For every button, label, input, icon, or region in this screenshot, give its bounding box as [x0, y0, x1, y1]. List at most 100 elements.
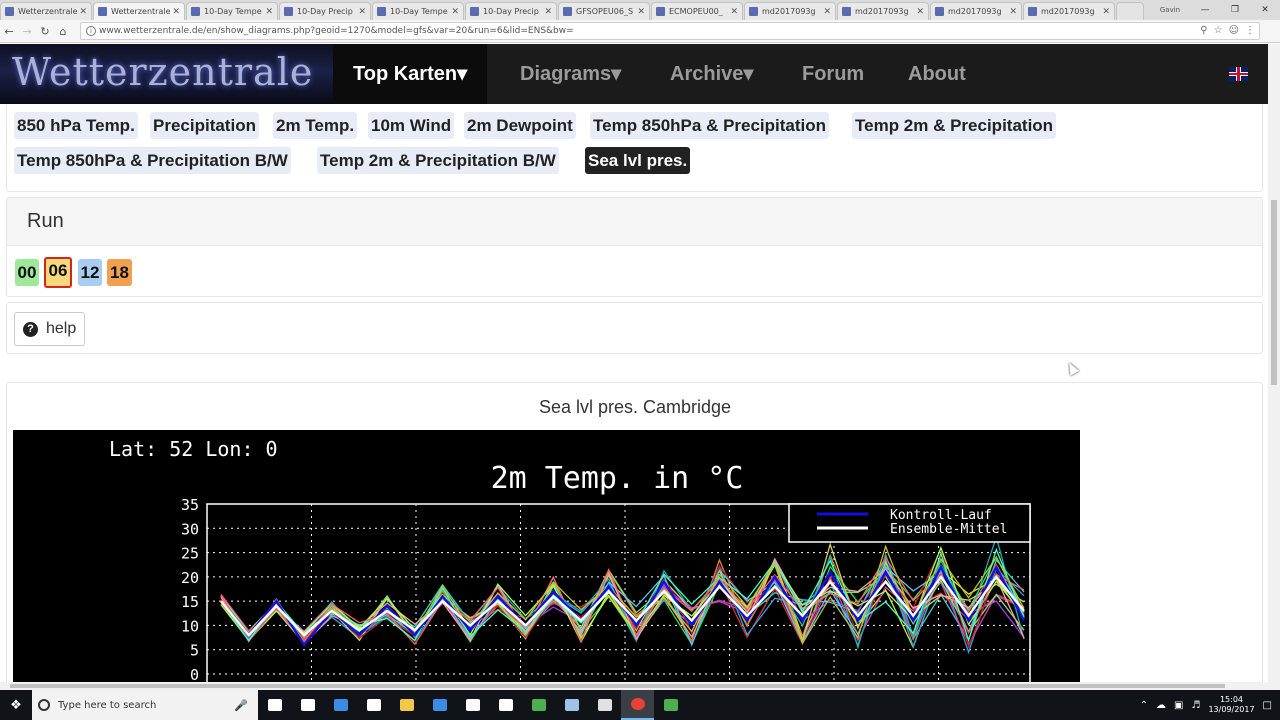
browser-tab[interactable]: md2017093g ✕: [1023, 2, 1115, 20]
edge-icon[interactable]: [324, 690, 357, 720]
tab-close-icon[interactable]: ✕: [823, 7, 831, 17]
browser-tab[interactable]: GFSOPEU06_S ✕: [558, 2, 650, 20]
volume-icon[interactable]: ♬: [1191, 700, 1200, 711]
profile-label[interactable]: Gavin: [1150, 6, 1190, 14]
cloud-icon[interactable]: ☁: [1156, 700, 1166, 711]
calendar-icon[interactable]: [456, 690, 489, 720]
browser-tab[interactable]: md2017093g ✕: [837, 2, 929, 20]
vertical-scroll-thumb[interactable]: [1271, 200, 1277, 385]
browser-tab[interactable]: Wetterzentrale ✕: [93, 2, 185, 20]
paint-icon[interactable]: [588, 690, 621, 720]
run-12-button[interactable]: 12: [78, 259, 102, 286]
horizontal-scroll-thumb[interactable]: [10, 684, 1225, 688]
nav-about[interactable]: About: [908, 44, 966, 104]
browser-tab[interactable]: 10-Day Precip ✕: [279, 2, 371, 20]
tab-title: md2017093g: [948, 7, 1002, 16]
tab-close-icon[interactable]: ✕: [451, 7, 459, 17]
nav-top-karten[interactable]: Top Karten▾: [333, 44, 488, 104]
reload-icon[interactable]: ↻: [36, 25, 54, 38]
tab-title: ECMOPEU00_: [669, 7, 723, 16]
address-bar: ← → ↻ ⌂ i www.wetterzentrale.de/en/show_…: [0, 20, 1280, 43]
tab-close-icon[interactable]: ✕: [544, 7, 552, 17]
forward-icon[interactable]: →: [18, 25, 36, 38]
back-icon[interactable]: ←: [0, 25, 18, 38]
tab-favicon-icon: [191, 7, 200, 16]
browser-tab[interactable]: md2017093g ✕: [744, 2, 836, 20]
variable-selector: 850 hPa Temp. Precipitation 2m Temp. 10m…: [6, 104, 1263, 192]
green-app-icon[interactable]: [522, 690, 555, 720]
minimize-icon[interactable]: —: [1190, 5, 1220, 15]
browser-tab[interactable]: ECMOPEU00_ ✕: [651, 2, 743, 20]
globe-icon[interactable]: [555, 690, 588, 720]
tray-chevron-icon[interactable]: ⌃: [1140, 700, 1148, 711]
new-tab-button[interactable]: [1116, 2, 1144, 20]
tab-title: Wetterzentrale: [18, 7, 78, 16]
browser-tab[interactable]: 10-Day Precip ✕: [465, 2, 557, 20]
store-icon[interactable]: [357, 690, 390, 720]
taskbar-search[interactable]: Type here to search 🎤: [32, 690, 258, 720]
var-temp-850-precip[interactable]: Temp 850hPa & Precipitation: [590, 112, 830, 139]
var-2m-temp[interactable]: 2m Temp.: [273, 112, 358, 139]
tab-title: md2017093g: [1041, 7, 1095, 16]
var-temp-2m-precip-bw[interactable]: Temp 2m & Precipitation B/W: [317, 147, 559, 174]
var-temp-850-precip-bw[interactable]: Temp 850hPa & Precipitation B/W: [14, 147, 291, 174]
vertical-scrollbar[interactable]: [1268, 44, 1280, 682]
browser-tab[interactable]: md2017093g ✕: [930, 2, 1022, 20]
diagram-title: Sea lvl pres. Cambridge: [538, 397, 732, 417]
nav-archive[interactable]: Archive▾: [670, 44, 753, 104]
horizontal-scrollbar[interactable]: [0, 682, 1280, 690]
tab-close-icon[interactable]: ✕: [79, 7, 87, 17]
chart-image: Lat: 52 Lon: 0 2m Temp. in °C 0 5 10 15 20 25…: [13, 430, 1080, 682]
chrome-icon[interactable]: [621, 690, 654, 720]
tab-favicon-icon: [98, 7, 107, 16]
series-lines: [220, 534, 1026, 655]
tab-close-icon[interactable]: ✕: [265, 7, 273, 17]
network-icon[interactable]: ▣: [1174, 700, 1183, 711]
run-06-button[interactable]: 06: [44, 257, 72, 288]
restore-icon[interactable]: ❐: [1220, 5, 1250, 15]
task-view-icon[interactable]: [258, 690, 291, 720]
crosshair-icon[interactable]: [489, 690, 522, 720]
onedrive-icon[interactable]: [423, 690, 456, 720]
bookmark-star-icon[interactable]: ☆: [1214, 25, 1223, 36]
var-10m-wind[interactable]: 10m Wind: [368, 112, 455, 139]
tab-close-icon[interactable]: ✕: [1102, 7, 1110, 17]
url-field[interactable]: i www.wetterzentrale.de/en/show_diagrams…: [80, 22, 1260, 40]
menu-icon[interactable]: ⋮: [1245, 25, 1255, 36]
notifications-icon[interactable]: □: [1263, 700, 1272, 711]
nav-diagrams[interactable]: Diagrams▾: [520, 44, 621, 104]
search-icon[interactable]: ⚲: [1200, 25, 1207, 36]
tab-title: 10-Day Tempe: [204, 7, 262, 16]
var-precipitation[interactable]: Precipitation: [150, 112, 259, 139]
green-app-2-icon[interactable]: [654, 690, 687, 720]
file-explorer-icon[interactable]: [390, 690, 423, 720]
clock[interactable]: 15:04 13/09/2017: [1208, 695, 1254, 715]
windows-start-icon[interactable]: ❖: [0, 698, 32, 713]
var-2m-dewpoint[interactable]: 2m Dewpoint: [464, 112, 576, 139]
tab-close-icon[interactable]: ✕: [172, 7, 180, 17]
var-850hpa-temp[interactable]: 850 hPa Temp.: [14, 112, 138, 139]
run-18-button[interactable]: 18: [107, 259, 132, 286]
var-temp-2m-precip[interactable]: Temp 2m & Precipitation: [852, 112, 1057, 139]
site-logo[interactable]: Wetterzentrale: [0, 44, 333, 104]
tab-close-icon[interactable]: ✕: [916, 7, 924, 17]
var-sea-level-pressure[interactable]: Sea lvl pres.: [585, 147, 691, 174]
uk-flag-icon[interactable]: [1229, 67, 1248, 81]
close-window-icon[interactable]: ✕: [1250, 5, 1280, 15]
account-icon[interactable]: ☺: [1229, 25, 1239, 36]
browser-tab[interactable]: 10-Day Tempe ✕: [186, 2, 278, 20]
browser-tab[interactable]: 10-Day Tempe ✕: [372, 2, 464, 20]
help-button[interactable]: ? help: [14, 312, 85, 346]
run-00-button[interactable]: 00: [15, 259, 39, 286]
browser-tab[interactable]: Wetterzentrale ✕: [0, 2, 92, 20]
mail-icon[interactable]: [291, 690, 324, 720]
nav-forum[interactable]: Forum: [802, 44, 864, 104]
tab-close-icon[interactable]: ✕: [1009, 7, 1017, 17]
ensemble-member-line: [220, 555, 1025, 646]
home-icon[interactable]: ⌂: [54, 25, 72, 38]
info-icon[interactable]: i: [86, 26, 96, 36]
microphone-icon[interactable]: 🎤: [234, 699, 248, 712]
tab-close-icon[interactable]: ✕: [358, 7, 366, 17]
tab-close-icon[interactable]: ✕: [730, 7, 738, 17]
tab-close-icon[interactable]: ✕: [637, 7, 645, 17]
